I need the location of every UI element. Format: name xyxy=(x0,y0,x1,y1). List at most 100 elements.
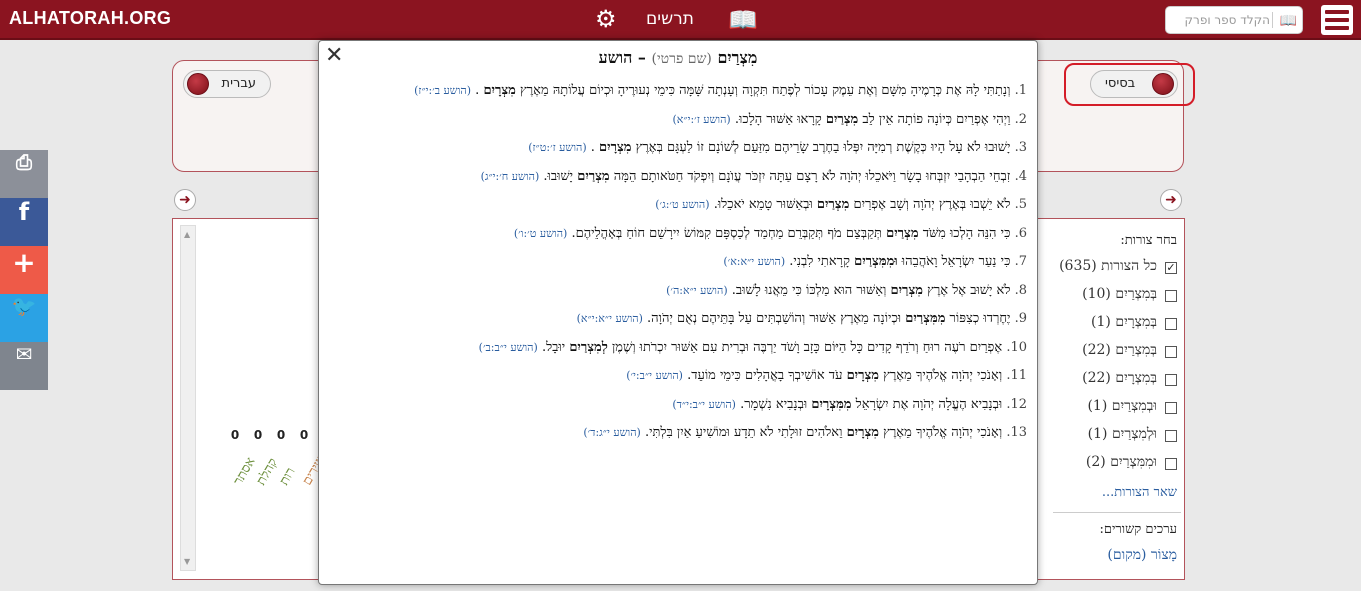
verse-reference[interactable]: (הושע ח׳:י״ג) xyxy=(481,170,540,183)
verse-reference[interactable]: (הושע י״ג:ד׳) xyxy=(583,426,640,439)
verse-text: וְנָתַתִּי לָהּ אֶת כְּרָמֶיהָ מִשָּׁם ו… xyxy=(520,83,1011,98)
language-toggle-label: עברית xyxy=(221,76,256,91)
filter-label: בְּמִצְרַיִם (22) xyxy=(1082,342,1157,358)
verse-highlight: מִמִּצְרַיִם xyxy=(905,311,946,326)
related-heading: ערכים קשורים: xyxy=(1099,522,1177,537)
site-logo[interactable]: ALHATORAH.ORG xyxy=(9,8,171,29)
verse-reference[interactable]: (הושע י״א:ה׳) xyxy=(666,284,727,297)
language-toggle[interactable]: עברית xyxy=(183,70,271,98)
verse-reference[interactable]: (הושע ב׳:י״ז) xyxy=(414,84,471,97)
verse-highlight: מִצְרָיִם xyxy=(846,368,879,383)
book-count: 0 xyxy=(253,428,263,442)
verse-text: וּכְיוֹנָה מֵאֶרֶץ אַשּׁוּר וְהוֹשַׁבְתִ… xyxy=(647,311,902,326)
verse-reference[interactable]: (הושע ט׳:ו׳) xyxy=(514,227,567,240)
mail-icon[interactable]: ✉ xyxy=(0,342,48,390)
verse-reference[interactable]: (הושע ז׳:י״א) xyxy=(673,113,731,126)
plus-icon[interactable]: + xyxy=(0,246,48,294)
verse-text: תְּקַבְּצֵם מֹף תְּקַבְּרֵם מַחְמַד לְכַ… xyxy=(571,225,882,241)
facebook-icon[interactable]: f xyxy=(0,198,48,246)
gear-icon[interactable]: ⚙ xyxy=(595,5,617,33)
filter-row[interactable]: בְּמִצְרָיִם (22) xyxy=(1049,370,1177,390)
verse-row: 2. וַיְהִי אֶפְרַיִם כְּיוֹנָה פוֹתָה אֵ… xyxy=(327,106,1027,135)
filter-row[interactable]: וּלְמִצְרַיִם (1) xyxy=(1049,426,1177,446)
twitter-icon[interactable]: 🐦 xyxy=(0,294,48,342)
filter-label: וּבְמִצְרַיִם (1) xyxy=(1087,398,1157,414)
filter-checkbox[interactable] xyxy=(1165,318,1177,330)
popup-title-book: הושע xyxy=(598,48,633,67)
filter-label: בְּמִצְרָיִם (22) xyxy=(1082,370,1157,386)
verse-text: יֶחֶרְדוּ כְצִפּוֹר xyxy=(949,311,1011,326)
book-icon[interactable]: 📖 xyxy=(1280,13,1297,29)
verse-text: יוּבָל. xyxy=(541,339,566,355)
next-arrow-button[interactable]: ➜ xyxy=(1160,189,1182,211)
filter-checkbox[interactable] xyxy=(1165,290,1177,302)
verse-list: 1. וְנָתַתִּי לָהּ אֶת כְּרָמֶיהָ מִשָּׁ… xyxy=(327,77,1027,448)
verse-number: 13. xyxy=(1006,425,1027,440)
search-input[interactable] xyxy=(1170,10,1270,30)
verse-reference[interactable]: (הושע י״ב:י׳) xyxy=(626,369,683,382)
filter-label: וּמִמִּצְרַיִם (2) xyxy=(1085,454,1157,470)
filter-checkbox[interactable] xyxy=(1165,402,1177,414)
scroll-up-icon[interactable]: ▲ xyxy=(184,230,190,239)
verse-text: זִבְחֵי הַבְהָבַי יִזְבְּחוּ בָשָׂר וַיֹ… xyxy=(613,168,1011,184)
search-divider xyxy=(1272,12,1273,28)
verse-text: וַיְהִי אֶפְרַיִם כְּיוֹנָה פוֹתָה אֵין … xyxy=(862,111,1011,127)
verse-text: וְאָנֹכִי יְהֹוָה אֱלֹהֶיךָ מֵאֶרֶץ xyxy=(883,425,1003,440)
verse-text: וְאָנֹכִי יְהֹוָה אֱלֹהֶיךָ מֵאֶרֶץ xyxy=(883,368,1003,383)
verse-row: 1. וְנָתַתִּי לָהּ אֶת כְּרָמֶיהָ מִשָּׁ… xyxy=(327,77,1027,106)
filter-row[interactable]: בְּמִצְרַיִם (22) xyxy=(1049,342,1177,362)
verse-highlight: וּמִמִּצְרַיִם xyxy=(854,254,898,269)
popup-title: מִצְרַיִם (שם פרטי) – הושע xyxy=(319,48,1037,68)
book-count: 0 xyxy=(299,428,309,442)
verse-number: 4. xyxy=(1014,168,1027,184)
verse-number: 1. xyxy=(1014,83,1027,98)
verse-row: 11. וְאָנֹכִי יְהֹוָה אֱלֹהֶיךָ מֵאֶרֶץ … xyxy=(327,362,1027,391)
filter-checkbox[interactable] xyxy=(1165,374,1177,386)
filter-checkbox[interactable]: ✓ xyxy=(1165,262,1177,274)
verse-highlight: מִצְרַיִם xyxy=(825,111,859,127)
mode-toggle[interactable]: בסיסי xyxy=(1090,70,1178,98)
verse-number: 12. xyxy=(1006,396,1027,412)
verse-text: קָרָאתִי לִבְנִי. xyxy=(789,254,850,269)
verse-highlight: מִצְרָיִם xyxy=(599,140,632,155)
filter-row[interactable]: וּמִמִּצְרַיִם (2) xyxy=(1049,454,1177,474)
toggle-knob xyxy=(187,73,209,95)
scroll-down-icon[interactable]: ▼ xyxy=(184,557,190,566)
filter-label: וּלְמִצְרַיִם (1) xyxy=(1087,426,1157,442)
mode-toggle-label: בסיסי xyxy=(1105,76,1136,91)
verse-reference[interactable]: (הושע י״א:י״א) xyxy=(577,312,643,325)
forms-heading: בחר צורות: xyxy=(1120,233,1177,248)
filter-row[interactable]: ✓ כל הצורות (635) xyxy=(1049,258,1177,278)
hamburger-menu-button[interactable] xyxy=(1321,5,1353,35)
filter-row[interactable]: וּבְמִצְרַיִם (1) xyxy=(1049,398,1177,418)
filter-checkbox[interactable] xyxy=(1165,430,1177,442)
verse-highlight: לְמִצְרַיִם xyxy=(569,339,608,355)
related-link[interactable]: מָצוֹר (מקום) xyxy=(1107,547,1177,564)
verse-row: 3. יָשׁוּבוּ לֹא עָל הָיוּ כְּקֶשֶׁת רְמ… xyxy=(327,134,1027,163)
verse-row: 8. לֹא יָשׁוּב אֶל אֶרֶץ מִצְרַיִם וְאַש… xyxy=(327,277,1027,306)
verse-reference[interactable]: (הושע י״א:א׳) xyxy=(723,255,785,268)
verse-text: קָרָאוּ אַשּׁוּר הָלָכוּ. xyxy=(734,111,822,127)
verse-row: 6. כִּי הִנֵּה הָלְכוּ מִשֹּׁד מִצְרַיִם… xyxy=(327,220,1027,249)
print-icon[interactable]: ⎙ xyxy=(0,150,48,198)
filter-row[interactable]: בְּמִצְרָיִם (1) xyxy=(1049,314,1177,334)
open-book-icon[interactable]: 📖 xyxy=(728,6,758,34)
verse-text: וֵאלֹהִים זוּלָתִי לֹא תֵדָע וּמוֹשִׁיעַ… xyxy=(644,425,843,440)
menu-bar xyxy=(1325,10,1349,14)
previous-arrow-button[interactable]: ➜ xyxy=(174,189,196,211)
verse-reference[interactable]: (הושע י״ב:ב׳) xyxy=(479,341,538,354)
years-label[interactable]: תרשים xyxy=(646,9,694,29)
filter-row[interactable]: בְּמִצְרַיִם (10) xyxy=(1049,286,1177,306)
filter-checkbox[interactable] xyxy=(1165,458,1177,470)
verse-number: 10. xyxy=(1006,339,1027,355)
verse-text: יָשׁוּבוּ. xyxy=(543,168,574,184)
more-forms-link[interactable]: שאר הצורות... xyxy=(1102,484,1177,500)
chart-scrollbar[interactable]: ▲ ▼ xyxy=(180,225,196,571)
filter-checkbox[interactable] xyxy=(1165,346,1177,358)
verse-reference[interactable]: (הושע ט׳:ג׳) xyxy=(655,198,709,211)
verse-reference[interactable]: (הושע ז׳:ט״ז) xyxy=(528,141,586,154)
verse-text: וּבְנָבִיא הֶעֱלָה יְהֹוָה אֶת יִשְׂרָאֵ… xyxy=(855,396,1003,412)
verse-reference[interactable]: (הושע י״ב:י״ד) xyxy=(672,398,736,411)
verse-row: 5. לֹא יֵשְׁבוּ בְּאֶרֶץ יְהֹוָה וְשָׁב … xyxy=(327,191,1027,220)
verse-text: כִּי נַעַר יִשְׂרָאֵל וָאֹהֲבֵהוּ xyxy=(901,254,1011,269)
